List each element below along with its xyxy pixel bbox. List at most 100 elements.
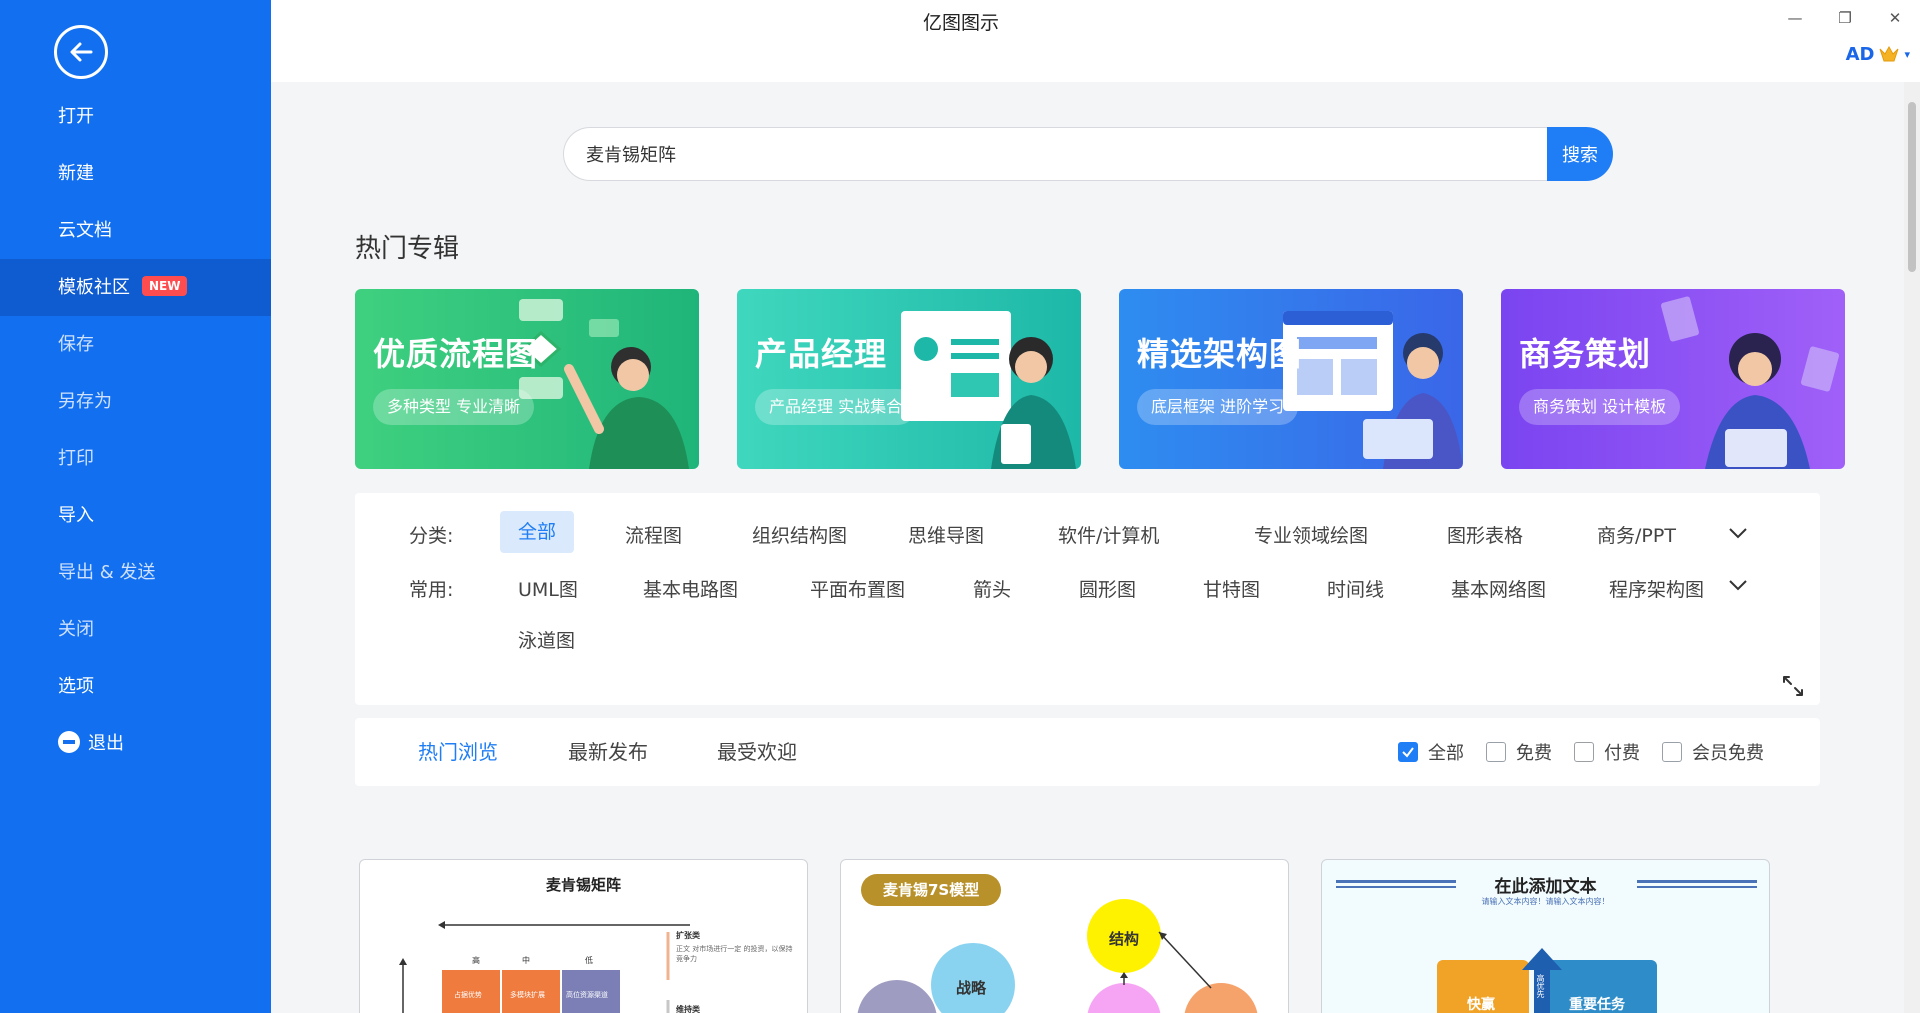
search-bar: 搜索 xyxy=(563,127,1613,181)
matrix-row-label: 高 xyxy=(472,956,480,965)
sidebar-item-label: 关闭 xyxy=(58,619,94,640)
template-card[interactable]: 麦肯锡7S模型 结构 战略 xyxy=(840,859,1289,1013)
checkbox[interactable] xyxy=(1662,742,1682,762)
common-floor-plan[interactable]: 平面布置图 xyxy=(810,575,905,602)
banner-product-manager[interactable]: 产品经理 产品经理 实战集合 xyxy=(737,289,1081,469)
template-community-page: 搜索 热门专辑 优质流程图 多种类型 专业清晰 xyxy=(271,82,1904,1013)
common-arrow[interactable]: 箭头 xyxy=(973,575,1011,602)
matrix-cell: 高位资源渠道 xyxy=(566,991,608,999)
banner-business-plan[interactable]: 商务策划 商务策划 设计模板 xyxy=(1501,289,1845,469)
common-circle-chart[interactable]: 圆形图 xyxy=(1079,575,1136,602)
chevron-down-icon[interactable] xyxy=(1726,573,1750,597)
sidebar-item-new[interactable]: 新建 xyxy=(0,145,271,202)
block-label: 重要任务 xyxy=(1569,997,1625,1013)
banner-subtitle: 多种类型 专业清晰 xyxy=(373,389,535,425)
app-title: 亿图图示 xyxy=(922,12,999,34)
price-filter-free[interactable]: 免费 xyxy=(1486,739,1552,765)
template-title: 在此添加文本 xyxy=(1494,877,1597,897)
banner-architecture[interactable]: 精选架构图 底层框架 进阶学习 xyxy=(1119,289,1463,469)
price-filter-paid[interactable]: 付费 xyxy=(1574,739,1640,765)
sidebar-item-import[interactable]: 导入 xyxy=(0,487,271,544)
minimize-button[interactable]: — xyxy=(1770,0,1820,36)
sidebar-item-label: 导出 & 发送 xyxy=(58,562,156,583)
sidebar-item-print[interactable]: 打印 xyxy=(0,430,271,487)
title-bar: 亿图图示 — ❐ ✕ AD ▾ xyxy=(271,0,1920,82)
matrix-row-label: 低 xyxy=(585,956,593,965)
matrix-side-note: 正文 对市场进行一定 的投资，以保持竞争力 xyxy=(676,945,793,963)
sidebar-item-options[interactable]: 选项 xyxy=(0,658,271,715)
common-uml[interactable]: UML图 xyxy=(518,575,578,602)
scrollbar[interactable] xyxy=(1904,82,1920,1013)
common-circuit[interactable]: 基本电路图 xyxy=(643,575,738,602)
hot-banners: 优质流程图 多种类型 专业清晰 产品经理 产品经理 实战集合 精选架构图 底层框… xyxy=(355,289,1845,469)
expand-icon[interactable] xyxy=(1780,673,1806,699)
banner-illustration xyxy=(519,299,689,469)
sidebar-item-exit[interactable]: 退出 xyxy=(0,715,271,772)
category-professional[interactable]: 专业领域绘图 xyxy=(1254,521,1368,548)
sidebar-item-label: 打开 xyxy=(58,106,94,127)
price-filter-all[interactable]: 全部 xyxy=(1398,739,1464,765)
banner-subtitle: 商务策划 设计模板 xyxy=(1519,389,1681,425)
common-program-arch[interactable]: 程序架构图 xyxy=(1609,575,1704,602)
category-label: 分类: xyxy=(409,525,454,547)
banner-flowchart[interactable]: 优质流程图 多种类型 专业清晰 xyxy=(355,289,699,469)
common-label: 常用: xyxy=(409,579,454,601)
sidebar-item-label: 新建 xyxy=(58,163,94,184)
search-input[interactable] xyxy=(563,127,1547,181)
checkbox-checked[interactable] xyxy=(1398,742,1418,762)
price-filter-member[interactable]: 会员免费 xyxy=(1662,739,1764,765)
sidebar-item-cloud-docs[interactable]: 云文档 xyxy=(0,202,271,259)
category-org-chart[interactable]: 组织结构图 xyxy=(752,521,847,548)
restore-button[interactable]: ❐ xyxy=(1820,0,1870,36)
app-window: 打开 新建 云文档 模板社区 NEW 保存 另存为 打印 导入 导出 & 发送 关… xyxy=(0,0,1920,1013)
scrollbar-thumb[interactable] xyxy=(1908,102,1916,272)
search-button[interactable]: 搜索 xyxy=(1547,127,1613,181)
category-business-ppt[interactable]: 商务/PPT xyxy=(1597,521,1676,548)
sidebar-item-open[interactable]: 打开 xyxy=(0,88,271,145)
close-button[interactable]: ✕ xyxy=(1870,0,1920,36)
template-card[interactable]: 在此添加文本 请输入文本内容！请输入文本内容！ 快赢 重要任务 高优先 xyxy=(1321,859,1770,1013)
category-all[interactable]: 全部 xyxy=(500,511,575,553)
back-button[interactable] xyxy=(54,25,108,79)
chevron-down-icon[interactable] xyxy=(1726,521,1750,545)
banner-subtitle: 底层框架 进阶学习 xyxy=(1137,389,1299,425)
sidebar-item-label: 打印 xyxy=(58,448,94,469)
template-subtitle: 请输入文本内容！请输入文本内容！ xyxy=(1481,897,1610,906)
sort-tabs-bar: 热门浏览 最新发布 最受欢迎 全部 免费 付费 会员免费 xyxy=(355,718,1820,786)
checkbox[interactable] xyxy=(1486,742,1506,762)
new-badge: NEW xyxy=(142,276,188,296)
category-mind-map[interactable]: 思维导图 xyxy=(908,521,984,548)
matrix-cell: 占据优势 xyxy=(454,991,482,999)
banner-illustration xyxy=(1283,311,1463,469)
price-filter-label: 全部 xyxy=(1428,743,1464,764)
user-menu[interactable]: AD ▾ xyxy=(1846,44,1910,65)
section-title-hot: 热门专辑 xyxy=(355,234,460,264)
tab-latest[interactable]: 最新发布 xyxy=(568,718,648,786)
tab-favorite[interactable]: 最受欢迎 xyxy=(717,718,797,786)
sidebar-item-label: 模板社区 xyxy=(58,277,130,298)
template-grid: 麦肯锡矩阵 高 中 低 占据优势 多模块扩展 高位资源渠道 扩张类 正文 对市场… xyxy=(359,859,1779,1013)
price-filter: 全部 免费 付费 会员免费 xyxy=(1388,718,1764,786)
node-label: 战略 xyxy=(956,979,987,997)
vip-crown-icon xyxy=(1879,45,1899,61)
matrix-side-label: 维持类 xyxy=(676,1005,700,1013)
common-timeline[interactable]: 时间线 xyxy=(1327,575,1384,602)
common-network[interactable]: 基本网络图 xyxy=(1451,575,1546,602)
category-flowchart[interactable]: 流程图 xyxy=(625,521,682,548)
checkbox[interactable] xyxy=(1574,742,1594,762)
category-graphic-table[interactable]: 图形表格 xyxy=(1447,521,1523,548)
sidebar-item-label: 另存为 xyxy=(58,391,112,412)
template-card[interactable]: 麦肯锡矩阵 高 中 低 占据优势 多模块扩展 高位资源渠道 扩张类 正文 对市场… xyxy=(359,859,808,1013)
category-software[interactable]: 软件/计算机 xyxy=(1058,521,1159,548)
matrix-cell: 多模块扩展 xyxy=(510,991,545,999)
tab-popular[interactable]: 热门浏览 xyxy=(418,718,498,786)
common-swimlane[interactable]: 泳道图 xyxy=(518,626,575,653)
sidebar-item-close[interactable]: 关闭 xyxy=(0,601,271,658)
banner-title: 产品经理 xyxy=(755,335,888,373)
common-gantt[interactable]: 甘特图 xyxy=(1203,575,1260,602)
sidebar-item-save[interactable]: 保存 xyxy=(0,316,271,373)
sidebar-item-save-as[interactable]: 另存为 xyxy=(0,373,271,430)
sidebar-item-template-community[interactable]: 模板社区 NEW xyxy=(0,259,271,316)
banner-title: 精选架构图 xyxy=(1137,335,1303,373)
sidebar-item-export-send[interactable]: 导出 & 发送 xyxy=(0,544,271,601)
